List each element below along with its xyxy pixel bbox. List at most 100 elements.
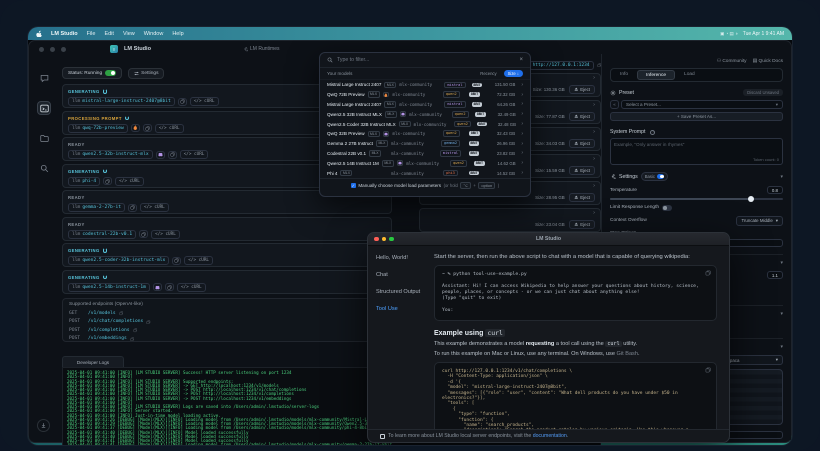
- minimize-window-button[interactable]: [50, 47, 55, 52]
- copy-icon[interactable]: [705, 270, 711, 276]
- model-list-item[interactable]: Mistral Large Instruct 2407 MLX mlx-comm…: [320, 80, 530, 90]
- model-identifier[interactable]: llm qwen2.5-14b-instruct-1m: [68, 283, 150, 292]
- menubar-app-name[interactable]: LM Studio: [51, 31, 78, 37]
- model-identifier[interactable]: llm gemma-2-27b-it: [68, 203, 125, 212]
- chevron-down-icon[interactable]: ▾: [780, 260, 783, 266]
- menubar-clock[interactable]: Tue Apr 1 9:41 AM: [743, 31, 784, 37]
- temperature-value[interactable]: 0.8: [767, 186, 783, 194]
- server-status-toggle[interactable]: Status: Running: [62, 67, 122, 79]
- chevron-right-icon[interactable]: ›: [593, 211, 595, 216]
- copy-icon[interactable]: [146, 320, 151, 325]
- apple-menu-icon[interactable]: [36, 30, 42, 37]
- curl-button[interactable]: </> cURL: [115, 177, 144, 186]
- model-list-item[interactable]: Codestral 22B v0.1 MLX mlx-community mis…: [320, 149, 530, 159]
- manual-load-checkbox[interactable]: ✓: [351, 183, 356, 188]
- save-preset-button[interactable]: + Save Preset As...: [610, 112, 783, 121]
- model-list-item[interactable]: QwQ 72B Preview MLX mlx-community qwen2 …: [320, 90, 530, 100]
- copy-icon[interactable]: [128, 204, 137, 212]
- model-list-item[interactable]: Mistral Large Instruct 2407 MLX mlx-comm…: [320, 100, 530, 110]
- chevron-right-icon[interactable]: ›: [593, 76, 595, 81]
- close-window-button[interactable]: [39, 47, 44, 52]
- limit-response-toggle[interactable]: [662, 205, 672, 211]
- curl-button[interactable]: </> cURL: [177, 283, 206, 292]
- info-icon[interactable]: ?: [650, 130, 655, 135]
- chevron-down-icon[interactable]: ▾: [780, 311, 783, 317]
- menubar-item[interactable]: File: [87, 31, 96, 37]
- model-list-item[interactable]: Phi 4 MLX mlx-community phi3 8BIT 14.52 …: [320, 168, 530, 178]
- sort-size-button[interactable]: Size ↓: [504, 70, 523, 77]
- eject-button[interactable]: Eject: [569, 166, 595, 175]
- sort-recency-button[interactable]: Recency: [476, 70, 500, 77]
- docs-nav-item[interactable]: Hello, World!: [376, 255, 418, 261]
- copy-icon[interactable]: [139, 230, 148, 238]
- menubar-item[interactable]: Edit: [104, 31, 113, 37]
- curl-button[interactable]: </> cURL: [190, 97, 219, 106]
- template-select[interactable]: Alpaca ▾: [721, 355, 783, 365]
- model-list-item[interactable]: Qwen2.5 32B Instruct MLX MLX mlx-communi…: [320, 109, 530, 119]
- basic-advanced-switch[interactable]: Basic: [641, 172, 668, 181]
- docs-nav-item[interactable]: Tool Use: [376, 306, 418, 312]
- copy-icon[interactable]: [705, 367, 711, 373]
- eject-button[interactable]: Eject: [569, 85, 595, 94]
- copy-icon[interactable]: [130, 337, 135, 342]
- quick-docs-button[interactable]: ▤ Quick Docs: [753, 59, 783, 64]
- downloads-icon[interactable]: [37, 419, 50, 432]
- curl-button[interactable]: </> cURL: [151, 230, 180, 239]
- eject-button[interactable]: Eject: [569, 112, 595, 121]
- developer-logs-tab[interactable]: Developer Logs: [62, 356, 124, 367]
- zoom-window-button[interactable]: [61, 47, 66, 52]
- model-list-item[interactable]: Qwen2.5 Coder 32B Instruct MLX MLX mlx-c…: [320, 119, 530, 129]
- chevron-right-icon[interactable]: ›: [593, 157, 595, 162]
- copy-icon[interactable]: [143, 124, 152, 132]
- chevron-right-icon[interactable]: ›: [593, 103, 595, 108]
- docs-nav-item[interactable]: Structured Output: [376, 289, 418, 295]
- chevron-right-icon[interactable]: ›: [593, 184, 595, 189]
- repeat-penalty-value[interactable]: 1.1: [767, 271, 783, 279]
- model-identifier[interactable]: llm qwen2.5-32b-instruct-mlx: [68, 150, 153, 159]
- discard-unsaved-button[interactable]: Discard Unsaved: [743, 89, 783, 96]
- documentation-link[interactable]: documentation: [533, 433, 567, 439]
- my-models-folder-icon[interactable]: [37, 131, 51, 145]
- discover-search-icon[interactable]: [37, 161, 51, 175]
- copy-icon[interactable]: [172, 257, 181, 265]
- menubar-item[interactable]: Help: [172, 31, 183, 37]
- server-url[interactable]: http://127.0.0.1:1234: [529, 61, 594, 70]
- git-bash-link[interactable]: Git Bash: [617, 351, 638, 357]
- docs-nav-item[interactable]: Chat: [376, 272, 418, 278]
- model-identifier[interactable]: llm mistral-large-instruct-2407@8bit: [68, 97, 175, 106]
- inspector-tab[interactable]: Inference: [637, 70, 675, 80]
- mode-toggle[interactable]: [657, 174, 664, 179]
- server-toggle[interactable]: [105, 70, 116, 76]
- menubar-item[interactable]: Window: [144, 31, 164, 37]
- eject-button[interactable]: Eject: [569, 139, 595, 148]
- developer-icon[interactable]: [37, 101, 51, 115]
- model-identifier[interactable]: llm codestral-22b-v0.1: [68, 230, 136, 239]
- inspector-tab[interactable]: Info: [612, 70, 636, 80]
- copy-icon[interactable]: [597, 63, 602, 68]
- lm-runtimes-button[interactable]: LM Runtimes: [243, 46, 279, 52]
- menu-extras-icons[interactable]: ▣ ◔ ▤ ◑: [720, 31, 738, 37]
- eject-button[interactable]: Eject: [569, 193, 595, 202]
- curl-button[interactable]: </> cURL: [180, 150, 209, 159]
- docs-content[interactable]: Start the server, then run the above scr…: [426, 246, 729, 429]
- copy-icon[interactable]: [165, 283, 174, 291]
- model-list-item[interactable]: Qwen2.5 14B Instruct 1M MLX mlx-communit…: [320, 158, 530, 168]
- preset-list-icon[interactable]: «: [610, 100, 619, 109]
- copy-icon[interactable]: [133, 328, 138, 333]
- copy-icon[interactable]: [119, 311, 124, 316]
- curl-button[interactable]: </> cURL: [155, 124, 184, 133]
- chat-icon[interactable]: [37, 71, 51, 85]
- copy-icon[interactable]: [103, 177, 112, 185]
- model-identifier[interactable]: llm phi-4: [68, 177, 100, 186]
- copy-icon[interactable]: [178, 98, 187, 106]
- close-icon[interactable]: ×: [519, 57, 523, 63]
- curl-button[interactable]: </> cURL: [184, 256, 213, 265]
- curl-button[interactable]: </> cURL: [140, 203, 169, 212]
- chevron-down-icon[interactable]: ▾: [780, 174, 783, 180]
- slider-knob[interactable]: [748, 196, 754, 202]
- community-button[interactable]: ⚇ Community: [717, 59, 747, 64]
- model-identifier[interactable]: llm qwq-72b-preview: [68, 124, 128, 133]
- model-identifier[interactable]: llm qwen2.5-coder-32b-instruct-mlx: [68, 256, 169, 265]
- server-settings-button[interactable]: Settings: [128, 68, 164, 79]
- context-overflow-select[interactable]: Truncate Middle ▾: [736, 216, 783, 226]
